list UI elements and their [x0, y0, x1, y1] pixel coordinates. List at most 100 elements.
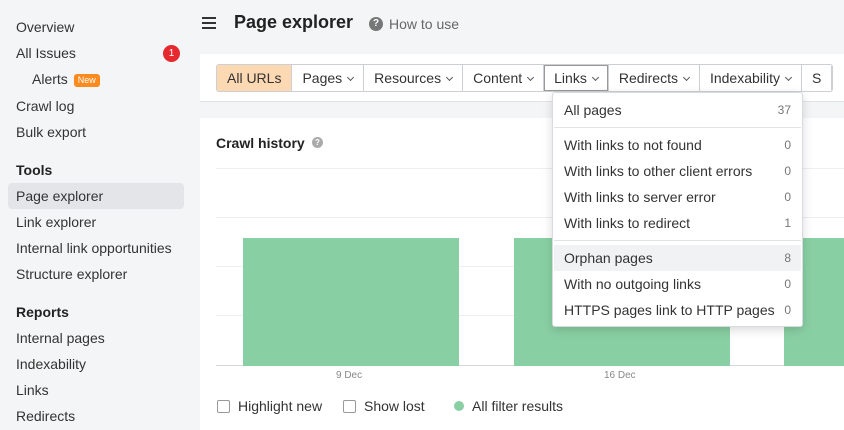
reports-heading: Reports — [16, 304, 69, 320]
sidebar: Overview All Issues 1 Alerts New Crawl lo… — [0, 0, 192, 430]
filter-label: Redirects — [618, 70, 678, 86]
filter-label: All URLs — [227, 70, 282, 86]
menu-item-label: With links to other client errors — [564, 163, 753, 179]
filter-resources[interactable]: Resources — [364, 65, 464, 91]
sidebar-item-label: Alerts — [32, 71, 68, 87]
sidebar-item-label: Links — [16, 382, 49, 398]
sidebar-item-link-explorer[interactable]: Link explorer — [8, 209, 184, 235]
menu-item-label: With links to not found — [564, 137, 702, 153]
chevron-down-icon — [527, 73, 535, 82]
sidebar-item-label: Structure explorer — [16, 266, 128, 282]
sidebar-item-structure-explorer[interactable]: Structure explorer — [8, 261, 184, 287]
sidebar-item-bulk-export[interactable]: Bulk export — [8, 119, 184, 145]
menu-item-count: 0 — [784, 164, 791, 178]
menu-item-links-not-found[interactable]: With links to not found 0 — [554, 132, 801, 158]
sidebar-item-redirects[interactable]: Redirects — [8, 403, 184, 429]
menu-item-label: With links to server error — [564, 189, 716, 205]
sidebar-item-label: Page explorer — [16, 188, 104, 204]
filter-links[interactable]: Links — [544, 65, 609, 91]
menu-icon[interactable] — [202, 17, 216, 31]
menu-item-label: Orphan pages — [564, 250, 653, 266]
legend-dot-icon — [454, 401, 464, 411]
menu-item-label: With no outgoing links — [564, 276, 701, 292]
filter-redirects[interactable]: Redirects — [608, 65, 700, 91]
chevron-down-icon — [446, 73, 454, 82]
x-tick-label: 16 Dec — [604, 370, 636, 381]
menu-divider — [554, 240, 801, 241]
menu-item-label: HTTPS pages link to HTTP pages — [564, 302, 775, 318]
issues-count-badge: 1 — [163, 45, 180, 62]
sidebar-item-indexability[interactable]: Indexability — [8, 351, 184, 377]
sidebar-item-internal-link-opportunities[interactable]: Internal link opportunities — [8, 235, 184, 261]
sidebar-item-label: Link explorer — [16, 214, 97, 230]
chevron-down-icon — [591, 73, 599, 82]
chevron-down-icon — [784, 73, 793, 82]
filter-content[interactable]: Content — [463, 65, 545, 91]
menu-item-count: 8 — [784, 251, 791, 265]
filter-label: Resources — [374, 70, 442, 86]
show-lost-toggle[interactable]: Show lost — [343, 398, 425, 414]
chevron-down-icon — [682, 73, 691, 82]
show-lost-checkbox[interactable] — [343, 399, 356, 413]
sidebar-item-all-issues[interactable]: All Issues 1 — [8, 40, 184, 66]
how-to-use-link[interactable]: How to use — [389, 16, 459, 32]
sidebar-item-label: Overview — [16, 19, 75, 35]
menu-item-count: 0 — [784, 138, 791, 152]
page-header: Page explorer ? How to use — [192, 0, 844, 50]
help-icon[interactable]: ? — [369, 17, 383, 31]
filter-label: Pages — [302, 70, 343, 86]
sidebar-item-page-explorer[interactable]: Page explorer — [8, 183, 184, 209]
menu-item-links-redirect[interactable]: With links to redirect 1 — [554, 210, 801, 236]
show-lost-label: Show lost — [364, 398, 425, 414]
chart-bar[interactable] — [243, 238, 459, 366]
filter-more[interactable]: S — [802, 65, 833, 91]
menu-item-all-pages[interactable]: All pages 37 — [554, 97, 801, 123]
highlight-new-checkbox[interactable] — [217, 399, 230, 413]
menu-item-orphan-pages[interactable]: Orphan pages 8 — [554, 245, 801, 271]
legend-all-filter-results[interactable]: All filter results — [454, 398, 563, 414]
menu-item-count: 0 — [784, 277, 791, 291]
sidebar-item-label: Internal link opportunities — [16, 240, 172, 256]
filter-all-urls[interactable]: All URLs — [217, 65, 293, 91]
chevron-down-icon — [347, 73, 355, 82]
filter-label: Indexability — [709, 70, 781, 86]
menu-item-links-server-error[interactable]: With links to server error 0 — [554, 184, 801, 210]
sidebar-item-internal-pages[interactable]: Internal pages — [8, 325, 184, 351]
filter-label: Links — [554, 70, 587, 86]
menu-item-label: With links to redirect — [564, 215, 691, 231]
sidebar-item-crawl-log[interactable]: Crawl log — [8, 93, 184, 119]
sidebar-item-overview[interactable]: Overview — [8, 14, 184, 40]
filter-pages[interactable]: Pages — [292, 65, 365, 91]
sidebar-item-links[interactable]: Links — [8, 377, 184, 403]
sidebar-item-label: Crawl log — [16, 98, 75, 114]
menu-item-label: All pages — [564, 102, 622, 118]
menu-item-count: 0 — [784, 190, 791, 204]
sidebar-item-label: All Issues — [16, 45, 76, 61]
legend-label: All filter results — [472, 398, 564, 414]
menu-item-count: 0 — [784, 303, 791, 317]
sidebar-item-label: Indexability — [16, 356, 87, 372]
page-title: Page explorer — [234, 12, 354, 32]
menu-item-count: 1 — [784, 216, 791, 230]
filter-indexability[interactable]: Indexability — [699, 65, 803, 91]
filter-label: Content — [473, 70, 523, 86]
filter-bar: All URLs Pages Resources Content Links R… — [216, 64, 834, 92]
sidebar-item-label: Bulk export — [16, 124, 87, 140]
new-badge: New — [73, 74, 100, 87]
menu-item-count: 37 — [777, 103, 791, 117]
links-dropdown-menu: All pages 37 With links to not found 0 Wit… — [552, 92, 803, 327]
help-icon[interactable]: ? — [312, 137, 323, 148]
menu-item-links-client-errors[interactable]: With links to other client errors 0 — [554, 158, 801, 184]
sidebar-item-label: Redirects — [16, 408, 76, 424]
crawl-history-title: Crawl history — [216, 135, 305, 151]
x-tick-label: 9 Dec — [336, 370, 363, 381]
menu-item-https-to-http[interactable]: HTTPS pages link to HTTP pages 0 — [554, 297, 801, 323]
menu-divider — [554, 127, 801, 128]
highlight-new-label: Highlight new — [238, 398, 323, 414]
highlight-new-toggle[interactable]: Highlight new — [217, 398, 322, 414]
tools-heading: Tools — [16, 162, 53, 178]
sidebar-item-alerts[interactable]: Alerts New — [24, 66, 184, 92]
sidebar-item-label: Internal pages — [16, 330, 105, 346]
filter-label: S — [812, 70, 822, 86]
menu-item-no-outgoing-links[interactable]: With no outgoing links 0 — [554, 271, 801, 297]
